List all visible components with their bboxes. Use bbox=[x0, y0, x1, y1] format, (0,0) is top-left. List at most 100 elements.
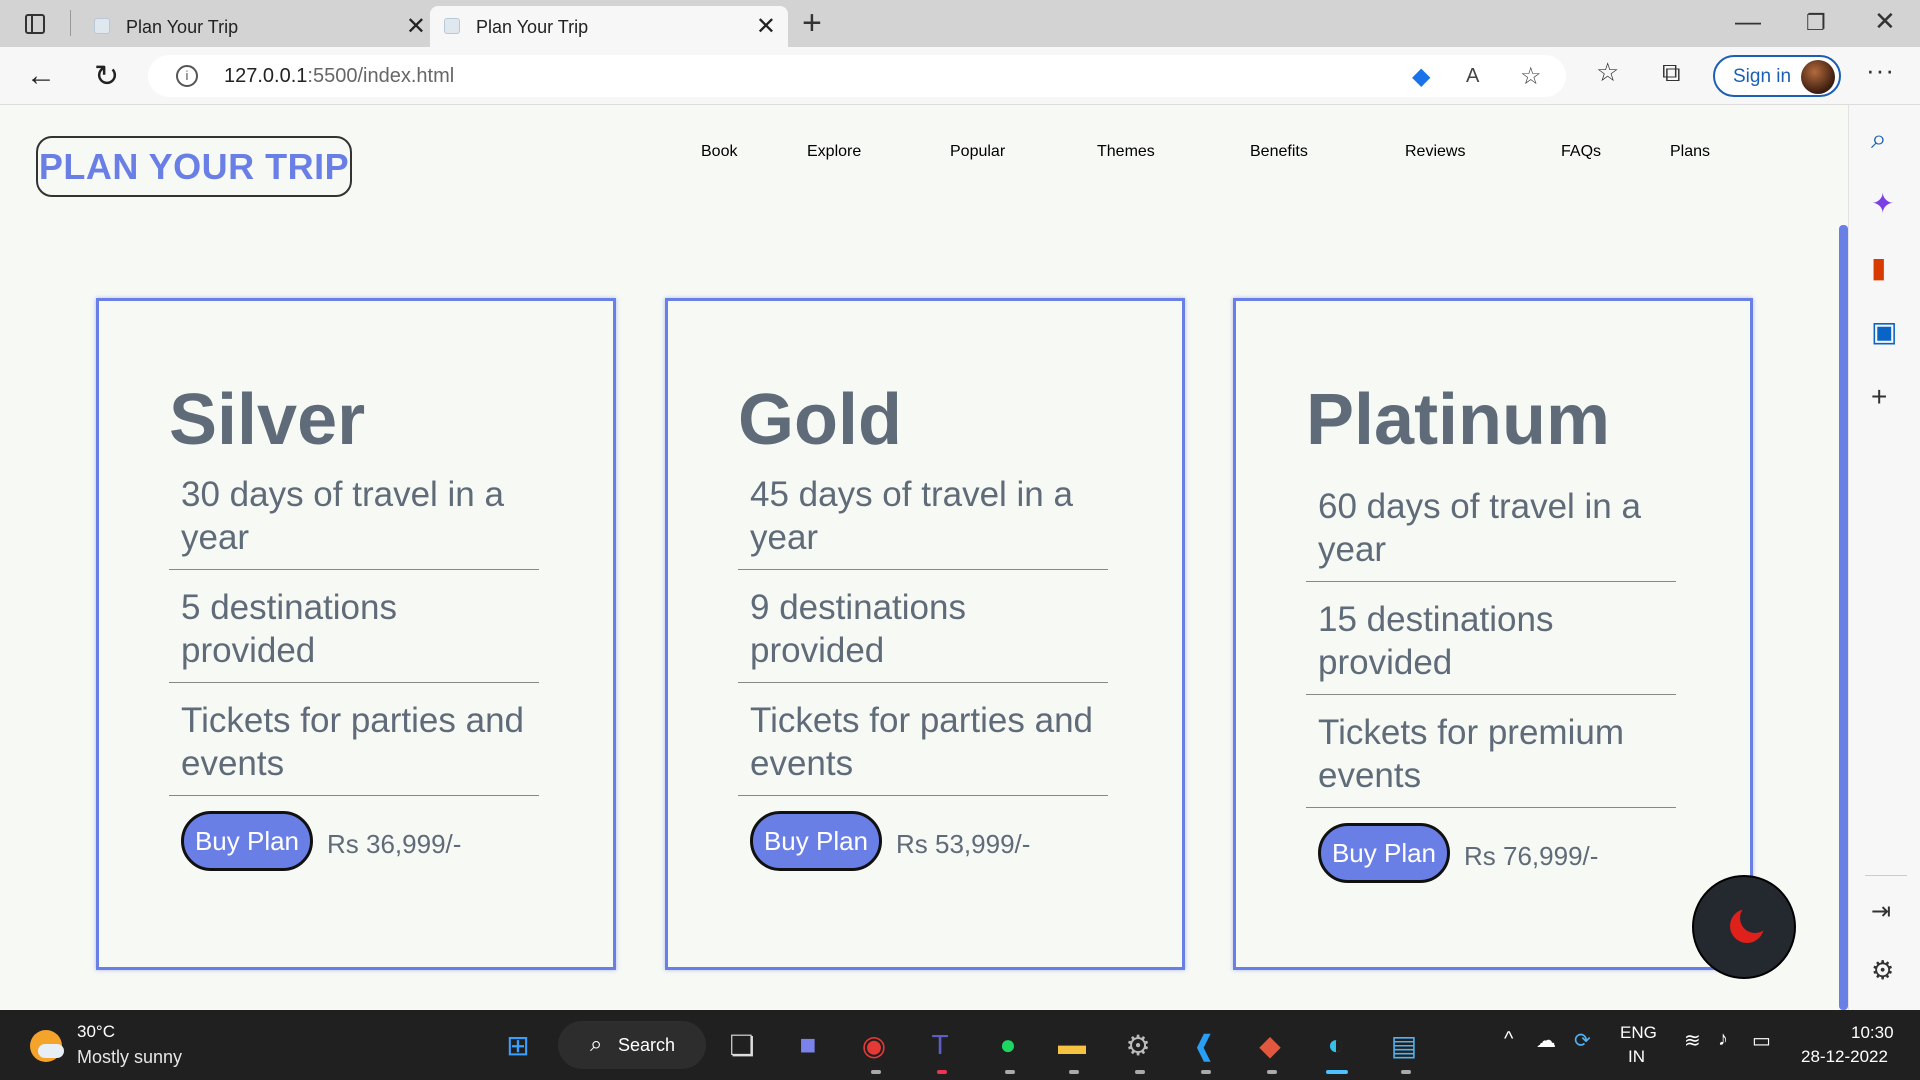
plan-feature: 45 days of travel in a year bbox=[738, 473, 1108, 570]
weather-temperature[interactable]: 30°C bbox=[77, 1022, 115, 1042]
edge-icon[interactable]: ◐ bbox=[1318, 1027, 1354, 1063]
restore-icon[interactable]: ❐ bbox=[1806, 10, 1826, 36]
onedrive-cloud-icon[interactable]: ☁ bbox=[1536, 1028, 1556, 1053]
plan-card-platinum: Platinum 60 days of travel in a year 15 … bbox=[1233, 298, 1753, 970]
weather-icon[interactable] bbox=[30, 1030, 64, 1062]
nav-book[interactable]: Book bbox=[701, 143, 737, 161]
language-region[interactable]: IN bbox=[1628, 1047, 1645, 1067]
buy-plan-button[interactable]: Buy Plan bbox=[181, 811, 313, 871]
nav-explore[interactable]: Explore bbox=[807, 143, 861, 161]
windows-start-icon[interactable]: ⊞ bbox=[500, 1027, 536, 1063]
tab-title: Plan Your Trip bbox=[476, 17, 589, 37]
sign-in-button[interactable]: Sign in bbox=[1713, 55, 1841, 97]
browser-tab-1[interactable]: Plan Your Trip ✕ bbox=[80, 6, 438, 47]
buy-plan-button[interactable]: Buy Plan bbox=[1318, 823, 1450, 883]
outlook-icon[interactable]: ▣ bbox=[1871, 315, 1897, 348]
search-icon: ⌕ bbox=[590, 1031, 603, 1056]
task-view-icon[interactable]: ❏ bbox=[724, 1027, 760, 1063]
teams-chat-icon[interactable]: ■ bbox=[790, 1027, 826, 1063]
plan-feature: Tickets for parties and events bbox=[738, 699, 1108, 796]
plan-title: Platinum bbox=[1306, 380, 1611, 460]
nav-plans[interactable]: Plans bbox=[1670, 143, 1710, 161]
tab-title: Plan Your Trip bbox=[126, 17, 239, 37]
windows-taskbar: 30°C Mostly sunny ⊞ ⌕ Search ❏ ■ ◉ T ● ▬… bbox=[0, 1010, 1920, 1080]
battery-icon[interactable]: ▭ bbox=[1752, 1028, 1771, 1053]
add-sidebar-app-icon[interactable]: + bbox=[1871, 381, 1887, 413]
moon-icon bbox=[1730, 903, 1770, 943]
back-icon[interactable]: ← bbox=[26, 59, 56, 93]
nav-reviews[interactable]: Reviews bbox=[1405, 143, 1465, 161]
more-options-icon[interactable]: ··· bbox=[1866, 55, 1895, 86]
add-favorite-icon[interactable]: ☆ bbox=[1520, 62, 1542, 91]
avatar bbox=[1801, 60, 1835, 94]
plan-price: Rs 36,999/- bbox=[327, 829, 462, 859]
running-indicator bbox=[937, 1070, 947, 1074]
window-close-icon[interactable]: ✕ bbox=[1874, 6, 1896, 37]
git-icon[interactable]: ◆ bbox=[1252, 1027, 1288, 1063]
file-explorer-icon[interactable]: ▬ bbox=[1054, 1027, 1090, 1063]
collections-icon[interactable]: ⧉ bbox=[1662, 57, 1681, 89]
site-info-icon[interactable]: i bbox=[176, 65, 198, 87]
sign-in-label: Sign in bbox=[1733, 66, 1792, 87]
buy-plan-button[interactable]: Buy Plan bbox=[750, 811, 882, 871]
volume-icon[interactable]: ♪ bbox=[1718, 1028, 1728, 1051]
notepad-icon[interactable]: ▤ bbox=[1386, 1027, 1422, 1063]
nav-themes[interactable]: Themes bbox=[1097, 143, 1155, 161]
browser-tab-bar: Plan Your Trip ✕ Plan Your Trip ✕ + — ❐ … bbox=[0, 0, 1920, 47]
tab-actions-icon[interactable] bbox=[20, 11, 50, 37]
plan-feature: Tickets for parties and events bbox=[169, 699, 539, 796]
favicon-icon bbox=[444, 18, 460, 34]
favicon-icon bbox=[94, 18, 110, 34]
running-indicator bbox=[1069, 1070, 1079, 1074]
nav-benefits[interactable]: Benefits bbox=[1250, 143, 1308, 161]
plan-price: Rs 53,999/- bbox=[896, 829, 1031, 859]
wifi-icon[interactable]: ≋ bbox=[1684, 1028, 1701, 1053]
running-indicator bbox=[1201, 1070, 1211, 1074]
browser-tab-2[interactable]: Plan Your Trip ✕ bbox=[430, 6, 788, 47]
nav-faqs[interactable]: FAQs bbox=[1561, 143, 1601, 161]
plan-title: Silver bbox=[169, 380, 366, 460]
plan-feature: 15 destinations provided bbox=[1306, 598, 1676, 695]
sync-icon[interactable]: ⟳ bbox=[1574, 1028, 1591, 1053]
plan-price: Rs 76,999/- bbox=[1464, 841, 1599, 871]
close-tab-icon[interactable]: ✕ bbox=[406, 12, 426, 41]
plan-title: Gold bbox=[738, 380, 902, 460]
dark-mode-toggle[interactable] bbox=[1692, 875, 1796, 979]
chrome-icon[interactable]: ◉ bbox=[856, 1027, 892, 1063]
url-field[interactable]: i 127.0.0.1:5500/index.html ◆ A ☆ bbox=[148, 55, 1566, 97]
plan-feature: 60 days of travel in a year bbox=[1306, 485, 1676, 582]
discover-sparkle-icon[interactable]: ✦ bbox=[1871, 187, 1894, 220]
favorites-icon[interactable]: ☆ bbox=[1596, 57, 1619, 88]
search-label: Search bbox=[618, 1035, 676, 1055]
hide-sidebar-icon[interactable]: ⇥ bbox=[1871, 897, 1891, 926]
weather-description[interactable]: Mostly sunny bbox=[77, 1047, 182, 1068]
vscode-icon[interactable]: ❰ bbox=[1186, 1027, 1222, 1063]
spotify-icon[interactable]: ● bbox=[990, 1027, 1026, 1063]
page-scrollbar[interactable] bbox=[1839, 225, 1848, 1010]
settings-app-icon[interactable]: ⚙ bbox=[1120, 1027, 1156, 1063]
nav-popular[interactable]: Popular bbox=[950, 143, 1005, 161]
search-icon[interactable]: ⌕ bbox=[1871, 123, 1887, 156]
read-aloud-icon[interactable]: A bbox=[1466, 65, 1479, 88]
web-page: PLAN YOUR TRIP Book Explore Popular Them… bbox=[0, 106, 1838, 1010]
close-tab-icon[interactable]: ✕ bbox=[756, 12, 776, 41]
address-toolbar: ← ↻ i 127.0.0.1:5500/index.html ◆ A ☆ ☆ … bbox=[0, 47, 1920, 105]
running-indicator bbox=[1135, 1070, 1145, 1074]
show-hidden-icons-icon[interactable]: ^ bbox=[1504, 1028, 1513, 1051]
office-icon[interactable]: ▮ bbox=[1871, 251, 1886, 284]
url-text: 127.0.0.1:5500/index.html bbox=[224, 65, 455, 87]
clock-date[interactable]: 28-12-2022 bbox=[1801, 1047, 1888, 1067]
new-tab-icon[interactable]: + bbox=[802, 4, 822, 43]
coupon-tag-icon[interactable]: ◆ bbox=[1412, 62, 1430, 91]
clock-time[interactable]: 10:30 bbox=[1851, 1023, 1894, 1043]
settings-gear-icon[interactable]: ⚙ bbox=[1871, 955, 1894, 986]
plan-card-gold: Gold 45 days of travel in a year 9 desti… bbox=[665, 298, 1185, 970]
language-indicator[interactable]: ENG bbox=[1620, 1023, 1657, 1043]
sidebar-divider bbox=[1865, 875, 1907, 876]
refresh-icon[interactable]: ↻ bbox=[94, 59, 119, 94]
teams-icon[interactable]: T bbox=[922, 1027, 958, 1063]
taskbar-search-button[interactable]: ⌕ Search bbox=[558, 1021, 706, 1069]
site-logo[interactable]: PLAN YOUR TRIP bbox=[36, 136, 352, 197]
edge-sidebar: ⌕ ✦ ▮ ▣ + ⇥ ⚙ bbox=[1848, 105, 1920, 1010]
minimize-icon[interactable]: — bbox=[1735, 6, 1761, 37]
